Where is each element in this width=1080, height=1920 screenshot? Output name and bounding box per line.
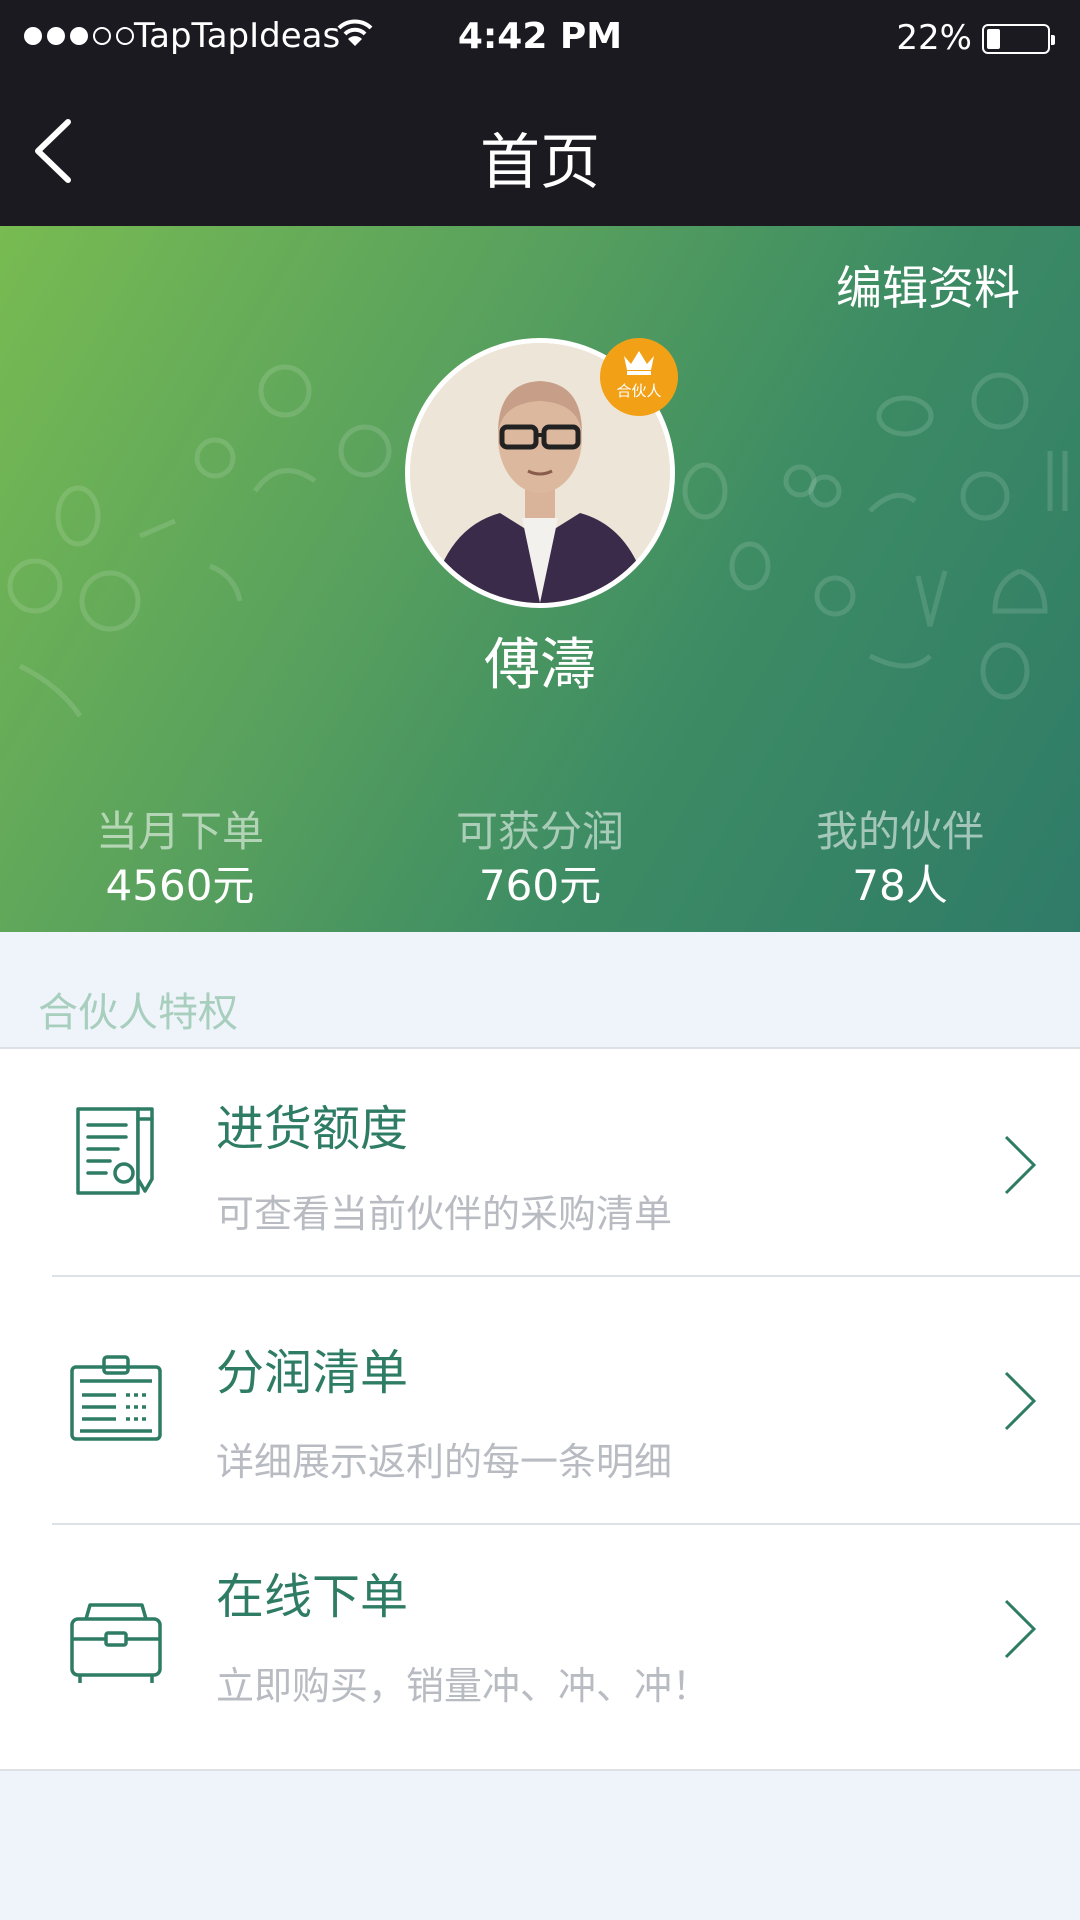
stat-value: 78人 bbox=[852, 861, 948, 910]
menu-item-purchase-quota[interactable]: 进货额度 可查看当前伙伴的采购清单 bbox=[0, 1049, 1080, 1277]
document-pen-icon bbox=[76, 1107, 154, 1195]
menu-item-title: 进货额度 bbox=[216, 1101, 409, 1157]
stat-profit-share[interactable]: 可获分润 760元 bbox=[360, 806, 720, 912]
battery-percent: 22% bbox=[896, 18, 972, 58]
toolbox-icon bbox=[70, 1603, 162, 1683]
clipboard-list-icon bbox=[70, 1355, 162, 1441]
partner-badge-label: 合伙人 bbox=[616, 382, 662, 400]
menu-item-subtitle: 立即购买，销量冲、冲、冲！ bbox=[216, 1664, 711, 1708]
stats-row: 当月下单 4560元 可获分润 760元 我的伙伴 78人 bbox=[0, 806, 1080, 912]
profile-header: 编辑资料 合伙人 傅濤 当月下单 4560元 可获分润 760元 我的伙伴 78… bbox=[0, 226, 1080, 932]
stat-monthly-orders[interactable]: 当月下单 4560元 bbox=[0, 806, 360, 912]
menu-item-subtitle: 详细展示返利的每一条明细 bbox=[216, 1440, 673, 1484]
stat-my-partners[interactable]: 我的伙伴 78人 bbox=[720, 806, 1080, 912]
privilege-menu: 进货额度 可查看当前伙伴的采购清单 分润清单 详细展示返利的每一条明细 在线下单… bbox=[0, 1047, 1080, 1771]
battery-level bbox=[987, 29, 1000, 49]
chevron-right-icon bbox=[1004, 1135, 1037, 1195]
stat-label: 当月下单 bbox=[95, 807, 264, 856]
navigation-bar: 首页 bbox=[0, 76, 1080, 226]
menu-item-online-order[interactable]: 在线下单 立即购买，销量冲、冲、冲！ bbox=[0, 1525, 1080, 1771]
menu-item-title: 在线下单 bbox=[216, 1569, 409, 1625]
menu-item-profit-list[interactable]: 分润清单 详细展示返利的每一条明细 bbox=[0, 1277, 1080, 1525]
status-bar: TapTapIdeas 4:42 PM 22% bbox=[0, 0, 1080, 76]
menu-item-subtitle: 可查看当前伙伴的采购清单 bbox=[216, 1192, 673, 1236]
page-title: 首页 bbox=[480, 128, 600, 198]
crown-icon bbox=[624, 351, 654, 375]
chevron-right-icon bbox=[1004, 1599, 1037, 1659]
menu-item-title: 分润清单 bbox=[216, 1345, 409, 1401]
battery-icon bbox=[982, 24, 1055, 54]
stat-value: 4560元 bbox=[105, 861, 255, 910]
section-title: 合伙人特权 bbox=[38, 990, 238, 1036]
edit-profile-button[interactable]: 编辑资料 bbox=[836, 252, 1020, 318]
stat-label: 可获分润 bbox=[455, 807, 624, 856]
stat-value: 760元 bbox=[478, 861, 602, 910]
stat-label: 我的伙伴 bbox=[815, 807, 984, 856]
chevron-right-icon bbox=[1004, 1371, 1037, 1431]
partner-badge: 合伙人 bbox=[600, 338, 678, 416]
user-name: 傅濤 bbox=[484, 633, 596, 698]
